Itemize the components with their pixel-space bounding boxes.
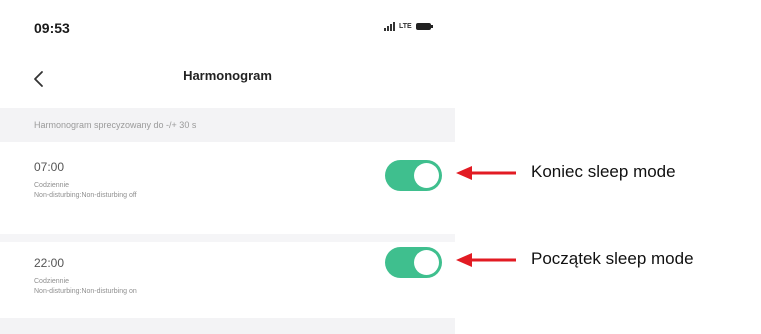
schedule-action: Non-disturbing:Non-disturbing on <box>34 288 137 295</box>
bottom-area <box>0 318 455 334</box>
status-time: 09:53 <box>34 20 70 36</box>
schedule-repeat: Codziennie <box>34 182 70 189</box>
page-title: Harmonogram <box>183 68 272 83</box>
status-icons: LTE <box>384 22 433 31</box>
schedule-time: 22:00 <box>34 256 65 270</box>
schedule-toggle[interactable] <box>385 160 442 191</box>
schedule-repeat: Codziennie <box>34 278 70 285</box>
signal-icon <box>384 22 395 31</box>
network-label: LTE <box>399 23 412 30</box>
phone-screen: 09:53 LTE Harmonogram Harmonogram sprecy… <box>0 0 455 334</box>
nav-bar: Harmonogram <box>0 60 455 100</box>
red-arrow-icon <box>456 253 516 267</box>
divider <box>0 234 455 242</box>
toggle-knob <box>414 163 439 188</box>
schedule-row[interactable]: 07:00 Codziennie Non-disturbing:Non-dist… <box>0 146 455 218</box>
schedule-row[interactable]: 22:00 Codziennie Non-disturbing:Non-dist… <box>0 242 455 314</box>
schedule-time: 07:00 <box>34 160 65 174</box>
schedule-toggle[interactable] <box>385 247 442 278</box>
toggle-knob <box>414 250 439 275</box>
annotation-start-sleep: Początek sleep mode <box>531 249 694 268</box>
battery-icon <box>415 23 433 30</box>
annotation-end-sleep: Koniec sleep mode <box>531 162 676 181</box>
info-text: Harmonogram sprecyzowany do -/+ 30 s <box>34 120 197 130</box>
info-banner: Harmonogram sprecyzowany do -/+ 30 s <box>0 108 455 142</box>
red-arrow-icon <box>456 166 516 180</box>
schedule-action: Non-disturbing:Non-disturbing off <box>34 192 137 199</box>
status-bar: 09:53 LTE <box>0 0 455 60</box>
